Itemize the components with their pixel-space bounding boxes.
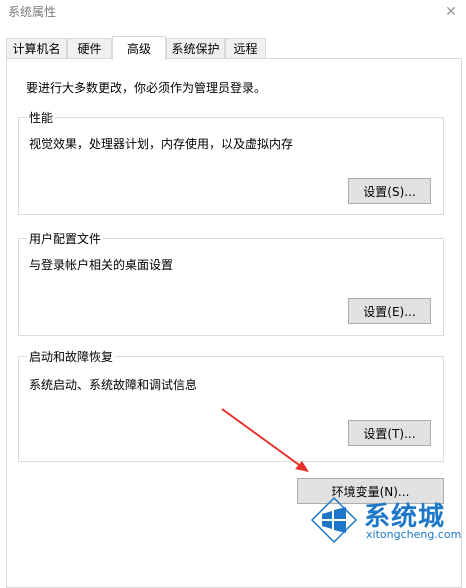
watermark-url: xitongcheng.com xyxy=(366,528,462,541)
watermark: 系统城 xitongcheng.com xyxy=(308,494,466,546)
red-arrow-annotation xyxy=(221,408,309,472)
windows-logo-icon xyxy=(310,496,358,544)
